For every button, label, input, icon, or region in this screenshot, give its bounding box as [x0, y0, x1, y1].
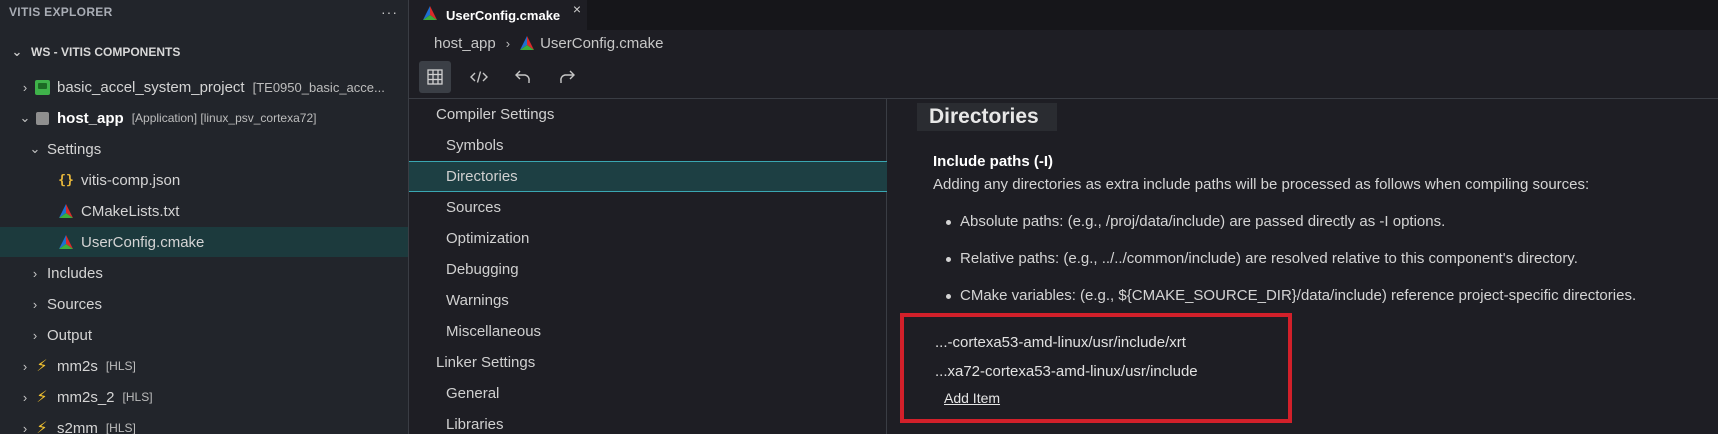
- tree-item-label: mm2s: [57, 357, 98, 375]
- tree-item-label: s2mm: [57, 419, 98, 434]
- tree-item-label: Includes: [47, 264, 103, 282]
- tree-item-tag: [HLS]: [105, 421, 136, 434]
- tree-item-output[interactable]: › Output: [0, 320, 408, 350]
- breadcrumb-host-app[interactable]: host_app: [434, 35, 496, 52]
- nav-directories[interactable]: Directories: [409, 161, 887, 192]
- chevron-down-icon[interactable]: ⌄: [9, 44, 25, 60]
- nav-linker-settings[interactable]: Linker Settings: [409, 347, 887, 378]
- section-heading: Directories: [917, 103, 1057, 131]
- code-view-icon: [470, 71, 488, 83]
- nav-debugging[interactable]: Debugging: [409, 254, 887, 285]
- tree-item-tag: [HLS]: [122, 390, 153, 404]
- settings-content: Directories Include paths (-I) Adding an…: [888, 99, 1718, 434]
- tree-item-label: Output: [47, 326, 93, 344]
- nav-sources[interactable]: Sources: [409, 192, 887, 223]
- cmake-icon: [57, 233, 75, 251]
- chevron-right-icon[interactable]: ›: [17, 390, 33, 405]
- code-view-button[interactable]: [463, 61, 495, 93]
- tree-item-tag: [HLS]: [105, 359, 136, 373]
- tree-item-mm2s[interactable]: › ⚡ mm2s [HLS]: [0, 351, 408, 381]
- tree-item-sources[interactable]: › Sources: [0, 289, 408, 319]
- nav-optimization[interactable]: Optimization: [409, 223, 887, 254]
- hls-bolt-icon: ⚡: [36, 420, 48, 434]
- tree-item-label: mm2s_2: [57, 388, 115, 406]
- tab-title: UserConfig.cmake: [446, 7, 561, 23]
- highlight-box: [900, 313, 1292, 423]
- chevron-down-icon[interactable]: ⌄: [27, 141, 43, 157]
- tree-item-tag: [Application] [linux_psv_cortexa72]: [131, 111, 317, 125]
- cmake-icon: [57, 202, 75, 220]
- bullet-cmake-variables: CMake variables: (e.g., ${CMAKE_SOURCE_D…: [945, 287, 1637, 304]
- undo-icon: [515, 70, 530, 83]
- explorer-header: VITIS EXPLORER ···: [0, 0, 408, 24]
- tree-item-s2mm[interactable]: › ⚡ s2mm [HLS]: [0, 413, 408, 434]
- tree-item-label: vitis-comp.json: [81, 171, 181, 189]
- bullet-absolute-paths: Absolute paths: (e.g., /proj/data/includ…: [945, 213, 1446, 230]
- nav-miscellaneous[interactable]: Miscellaneous: [409, 316, 887, 347]
- tree-item-label: UserConfig.cmake: [81, 233, 205, 251]
- bullet-relative-paths: Relative paths: (e.g., ../../common/incl…: [946, 250, 1578, 267]
- chevron-right-icon[interactable]: ›: [17, 421, 33, 434]
- tree-item-settings[interactable]: ⌄ Settings: [0, 134, 408, 164]
- tree-item-userconfig-cmake[interactable]: UserConfig.cmake: [0, 227, 408, 257]
- chevron-right-icon[interactable]: ›: [17, 80, 33, 95]
- table-view-button[interactable]: [419, 61, 451, 93]
- tree-item-label: CMakeLists.txt: [81, 202, 180, 220]
- chevron-right-icon[interactable]: ›: [27, 297, 43, 312]
- vitis-explorer-panel: VITIS EXPLORER ··· ⌄ WS - VITIS COMPONEN…: [0, 0, 409, 434]
- json-icon: {}: [58, 172, 74, 188]
- chevron-right-icon[interactable]: ›: [27, 266, 43, 281]
- redo-icon: [560, 70, 575, 83]
- nav-compiler-settings[interactable]: Compiler Settings: [409, 99, 887, 130]
- breadcrumb-userconfig[interactable]: UserConfig.cmake: [540, 35, 663, 52]
- workspace-label: WS - VITIS COMPONENTS: [31, 45, 181, 59]
- tree-item-vitis-comp-json[interactable]: {} vitis-comp.json: [0, 165, 408, 195]
- nav-general[interactable]: General: [409, 378, 887, 409]
- table-view-icon: [427, 69, 443, 85]
- cmake-icon: [520, 36, 535, 50]
- tree-item-host-app[interactable]: ⌄ host_app [Application] [linux_psv_cort…: [0, 103, 408, 133]
- more-actions-icon[interactable]: ···: [381, 4, 398, 20]
- tree-item-basic-accel-system-project[interactable]: › basic_accel_system_project [TE0950_bas…: [0, 72, 408, 102]
- nav-symbols[interactable]: Symbols: [409, 130, 887, 161]
- nav-warnings[interactable]: Warnings: [409, 285, 887, 316]
- workspace-root[interactable]: ⌄ WS - VITIS COMPONENTS: [0, 37, 408, 67]
- editor-toolbar: [419, 61, 595, 93]
- chevron-right-icon[interactable]: ›: [27, 328, 43, 343]
- editor-tab-bar: UserConfig.cmake ×: [409, 0, 1718, 30]
- tab-userconfig-cmake[interactable]: UserConfig.cmake ×: [409, 0, 587, 30]
- undo-button[interactable]: [507, 61, 539, 93]
- tree-item-label: host_app: [57, 109, 124, 127]
- redo-button[interactable]: [551, 61, 583, 93]
- include-paths-description: Adding any directories as extra include …: [933, 176, 1590, 193]
- close-icon[interactable]: ×: [573, 1, 581, 17]
- explorer-title: VITIS EXPLORER: [9, 5, 113, 19]
- tree-item-label: Settings: [47, 140, 102, 158]
- tree-item-label: basic_accel_system_project: [57, 78, 245, 96]
- cmake-icon: [423, 6, 437, 24]
- system-project-icon: [33, 78, 51, 96]
- tree-item-cmakelists[interactable]: CMakeLists.txt: [0, 196, 408, 226]
- include-paths-title: Include paths (-I): [933, 153, 1053, 170]
- hls-bolt-icon: ⚡: [36, 389, 48, 406]
- tree-item-includes[interactable]: › Includes: [0, 258, 408, 288]
- hls-bolt-icon: ⚡: [36, 358, 48, 375]
- settings-navigation: Compiler Settings Symbols Directories So…: [409, 99, 887, 434]
- nav-libraries[interactable]: Libraries: [409, 409, 887, 434]
- tree-item-mm2s-2[interactable]: › ⚡ mm2s_2 [HLS]: [0, 382, 408, 412]
- chevron-right-icon[interactable]: ›: [17, 359, 33, 374]
- tree-item-label: Sources: [47, 295, 103, 313]
- breadcrumb: host_app › UserConfig.cmake: [434, 31, 663, 55]
- chevron-right-icon: ›: [505, 35, 511, 51]
- chip-icon: [33, 109, 51, 127]
- tree-item-tag: [TE0950_basic_acce...: [252, 79, 385, 95]
- chevron-down-icon[interactable]: ⌄: [17, 110, 33, 126]
